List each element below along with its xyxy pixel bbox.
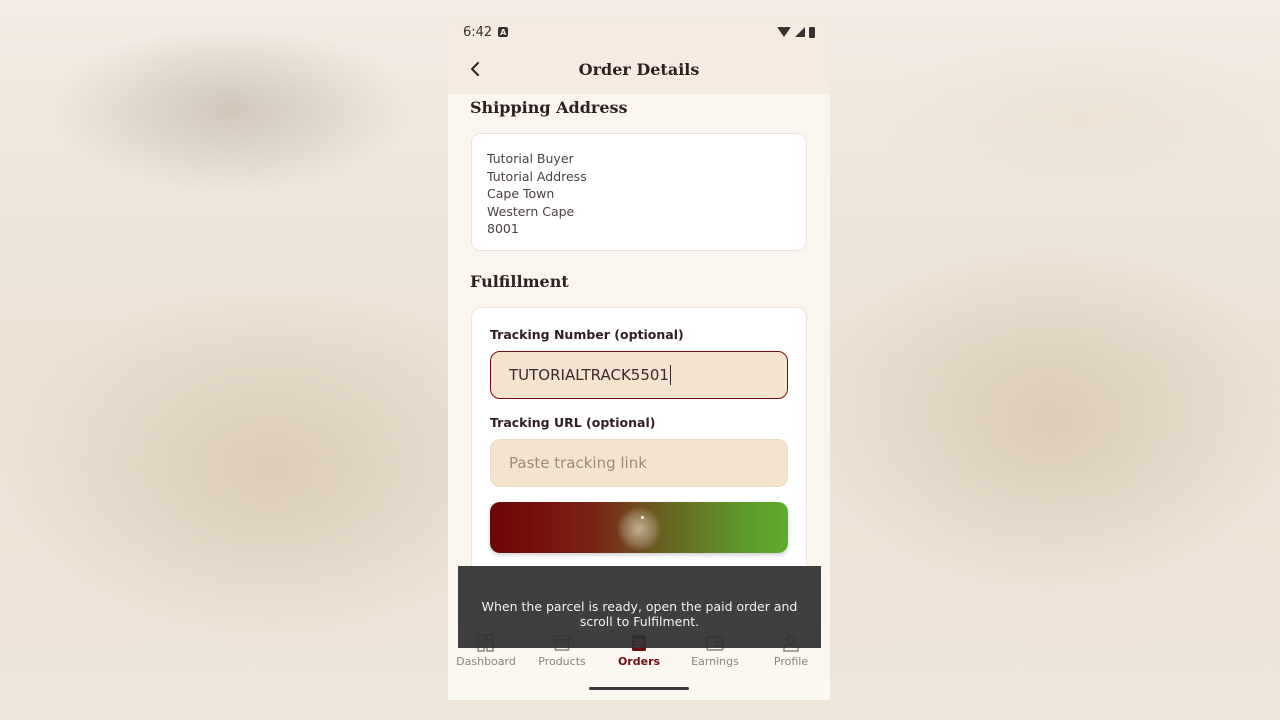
signal-icon (795, 27, 805, 37)
status-time: 6:42 (463, 24, 493, 40)
address-line: Tutorial Buyer (487, 151, 574, 166)
battery-icon (809, 26, 815, 38)
fulfillment-card: Tracking Number (optional) TUTORIALTRACK… (471, 307, 807, 587)
status-icons (777, 26, 815, 38)
notification-icon: A (498, 27, 509, 37)
shipping-address-heading: Shipping Address (470, 98, 628, 117)
loading-spinner-icon (616, 506, 662, 552)
address-line: Western Cape (487, 203, 575, 219)
nav-label: Earnings (691, 655, 739, 668)
tracking-url-placeholder: Paste tracking link (509, 454, 647, 472)
mark-fulfilled-button[interactable] (490, 502, 788, 553)
tracking-number-value: TUTORIALTRACK5501 (509, 366, 669, 384)
nav-label: Products (538, 655, 586, 668)
spinner-dot (641, 516, 644, 519)
back-button[interactable] (462, 56, 488, 82)
phone-screen: 6:42 A Order Details Shipping Address Tu… (448, 20, 830, 700)
address-line: Tutorial Address (487, 168, 587, 184)
wifi-icon (777, 27, 791, 37)
address-line: 8001 (487, 221, 519, 237)
chevron-left-icon (471, 62, 479, 76)
text-cursor (669, 365, 672, 385)
address-line: Cape Town (487, 186, 555, 202)
nav-label: Dashboard (456, 655, 516, 668)
nav-label: Orders (617, 655, 661, 668)
shipping-address-card: Tutorial Buyer Tutorial Address Cape Tow… (471, 133, 807, 251)
toast-message: When the parcel is ready, open the paid … (481, 599, 798, 629)
tracking-number-input[interactable]: TUTORIALTRACK5501 (490, 351, 788, 399)
page-title: Order Details (578, 59, 700, 79)
app-bar: Order Details (448, 44, 830, 94)
tutorial-toast: When the parcel is ready, open the paid … (458, 566, 821, 648)
tracking-number-label: Tracking Number (optional) (490, 327, 684, 342)
nav-label: Profile (773, 655, 809, 668)
tracking-url-label: Tracking URL (optional) (490, 415, 656, 430)
home-indicator[interactable] (589, 687, 689, 690)
fulfillment-heading: Fulfillment (470, 272, 569, 291)
status-bar: 6:42 A (448, 20, 830, 44)
tracking-url-input[interactable]: Paste tracking link (490, 439, 788, 487)
